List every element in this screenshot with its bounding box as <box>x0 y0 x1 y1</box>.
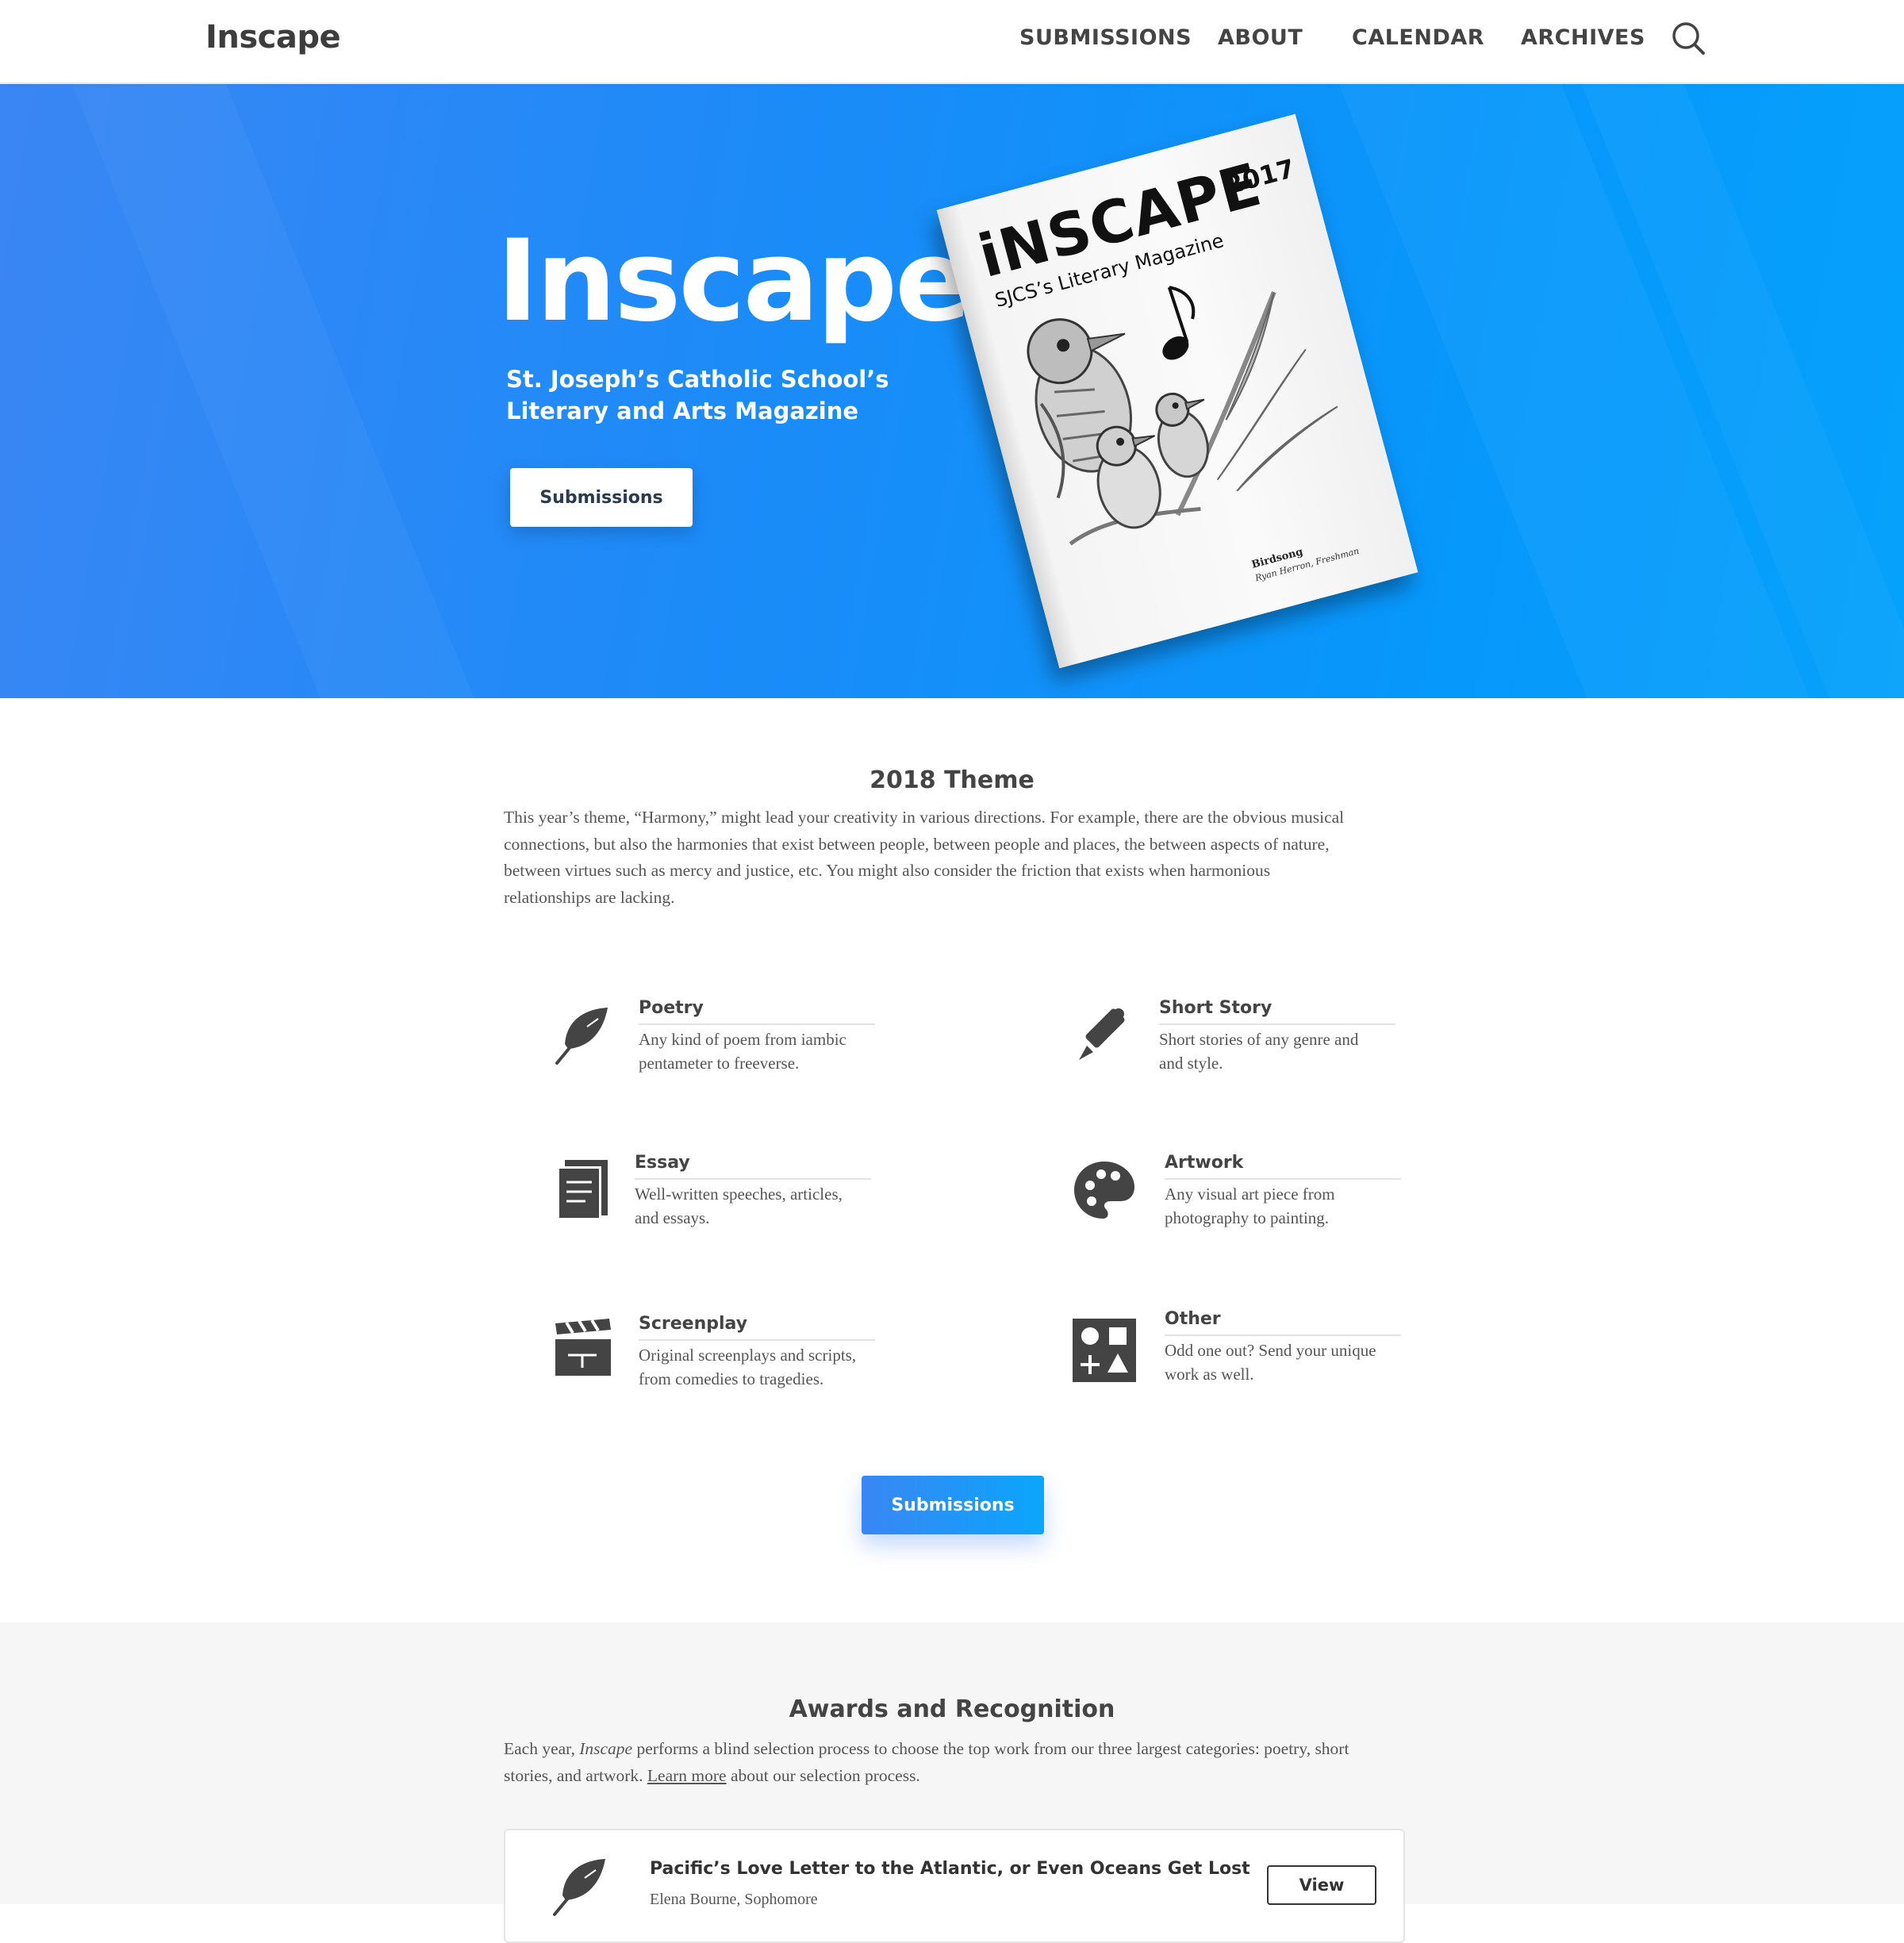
hero-submissions-button[interactable]: Submissions <box>510 468 693 527</box>
awards-magazine-name: Inscape <box>579 1739 633 1758</box>
awards-paragraph: Each year, Inscape performs a blind sele… <box>504 1736 1400 1789</box>
top-navbar: Inscape SUBMISSIONS ABOUT CALENDAR ARCHI… <box>0 0 1904 84</box>
search-icon[interactable] <box>1671 21 1706 56</box>
feather-icon <box>553 1859 605 1916</box>
category-desc-line: Well-written speeches, articles, <box>635 1185 843 1204</box>
document-icon <box>557 1160 608 1220</box>
awards-text: stories, and artwork. <box>504 1765 647 1785</box>
magazine-cover: iNSCAPE 2017 SJCS’s Literary Magazine Bi… <box>936 113 1418 669</box>
feather-icon <box>555 1008 608 1065</box>
category-desc-line: pentameter to freeverse. <box>639 1054 800 1073</box>
award-card: Pacific’s Love Letter to the Atlantic, o… <box>504 1829 1405 1943</box>
category-title-poetry: Poetry <box>639 998 704 1018</box>
site-logo[interactable]: Inscape <box>205 19 341 56</box>
category-desc-line: Short stories of any genre and <box>1159 1030 1359 1049</box>
hero-subtitle-line2: Literary and Arts Magazine <box>506 397 859 424</box>
category-divider <box>1159 1023 1395 1025</box>
theme-line: connections, but also the harmonies that… <box>504 834 1330 854</box>
category-desc-line: and essays. <box>635 1208 710 1227</box>
award-title: Pacific’s Love Letter to the Atlantic, o… <box>650 1859 1250 1879</box>
awards-text: performs a blind selection process to ch… <box>632 1739 1349 1758</box>
palette-icon <box>1074 1162 1134 1219</box>
category-divider <box>639 1023 875 1025</box>
category-desc-line: photography to painting. <box>1165 1208 1330 1227</box>
category-divider <box>1165 1178 1401 1180</box>
submissions-button[interactable]: Submissions <box>862 1476 1044 1534</box>
category-desc-line: from comedies to tragedies. <box>639 1369 824 1388</box>
clapperboard-icon <box>555 1319 611 1376</box>
hero-title: Inscape <box>497 216 971 347</box>
category-divider <box>635 1178 871 1180</box>
learn-more-link[interactable]: Learn more <box>647 1766 727 1785</box>
awards-text: Each year, <box>504 1739 580 1758</box>
category-title-artwork: Artwork <box>1165 1153 1244 1173</box>
theme-line: relationships are lacking. <box>504 887 675 907</box>
category-title-other: Other <box>1165 1309 1221 1329</box>
view-button[interactable]: View <box>1267 1865 1376 1905</box>
award-author: Elena Bourne, Sophomore <box>650 1891 818 1908</box>
category-desc-other: Odd one out? Send your unique work as we… <box>1165 1338 1403 1386</box>
nav-about[interactable]: ABOUT <box>1218 25 1303 50</box>
category-title-short-story: Short Story <box>1159 998 1273 1018</box>
category-divider <box>639 1339 875 1341</box>
category-desc-essay: Well-written speeches, articles, and ess… <box>635 1182 873 1230</box>
category-desc-line: and style. <box>1159 1054 1223 1073</box>
hero-subtitle-line1: St. Joseph’s Catholic School’s <box>506 366 889 393</box>
theme-paragraph: This year’s theme, “Harmony,” might lead… <box>504 804 1400 911</box>
awards-heading: Awards and Recognition <box>789 1695 1115 1723</box>
category-desc-line: Odd one out? Send your unique <box>1165 1341 1376 1360</box>
category-title-essay: Essay <box>635 1153 690 1173</box>
category-desc-screenplay: Original screenplays and scripts, from c… <box>639 1343 877 1391</box>
nav-calendar[interactable]: CALENDAR <box>1352 25 1484 50</box>
category-desc-artwork: Any visual art piece from photography to… <box>1165 1182 1403 1230</box>
awards-line: stories, and artwork. Learn more about o… <box>504 1763 1400 1790</box>
hero-stripe <box>35 84 584 698</box>
category-divider <box>1165 1334 1401 1336</box>
awards-text: about our selection process. <box>726 1765 920 1785</box>
hero-banner: Inscape St. Joseph’s Catholic School’s L… <box>0 84 1904 698</box>
category-desc-line: Any kind of poem from iambic <box>639 1030 846 1049</box>
hero-subtitle: St. Joseph’s Catholic School’s Literary … <box>506 363 919 427</box>
category-desc-line: Original screenplays and scripts, <box>639 1346 857 1365</box>
category-title-screenplay: Screenplay <box>639 1314 748 1334</box>
theme-line: This year’s theme, “Harmony,” might lead… <box>504 808 1345 827</box>
nav-submissions[interactable]: SUBMISSIONS <box>1019 25 1192 50</box>
category-desc-short-story: Short stories of any genre and and style… <box>1159 1027 1397 1075</box>
shapes-icon <box>1073 1319 1136 1382</box>
pen-icon <box>1079 1008 1125 1060</box>
category-desc-line: work as well. <box>1165 1365 1254 1384</box>
category-desc-poetry: Any kind of poem from iambic pentameter … <box>639 1027 877 1075</box>
category-desc-line: Any visual art piece from <box>1165 1185 1335 1204</box>
theme-line: between virtues such as mercy and justic… <box>504 861 1271 880</box>
awards-line: Each year, Inscape performs a blind sele… <box>504 1736 1400 1763</box>
nav-archives[interactable]: ARCHIVES <box>1521 25 1645 50</box>
theme-heading: 2018 Theme <box>869 766 1035 794</box>
